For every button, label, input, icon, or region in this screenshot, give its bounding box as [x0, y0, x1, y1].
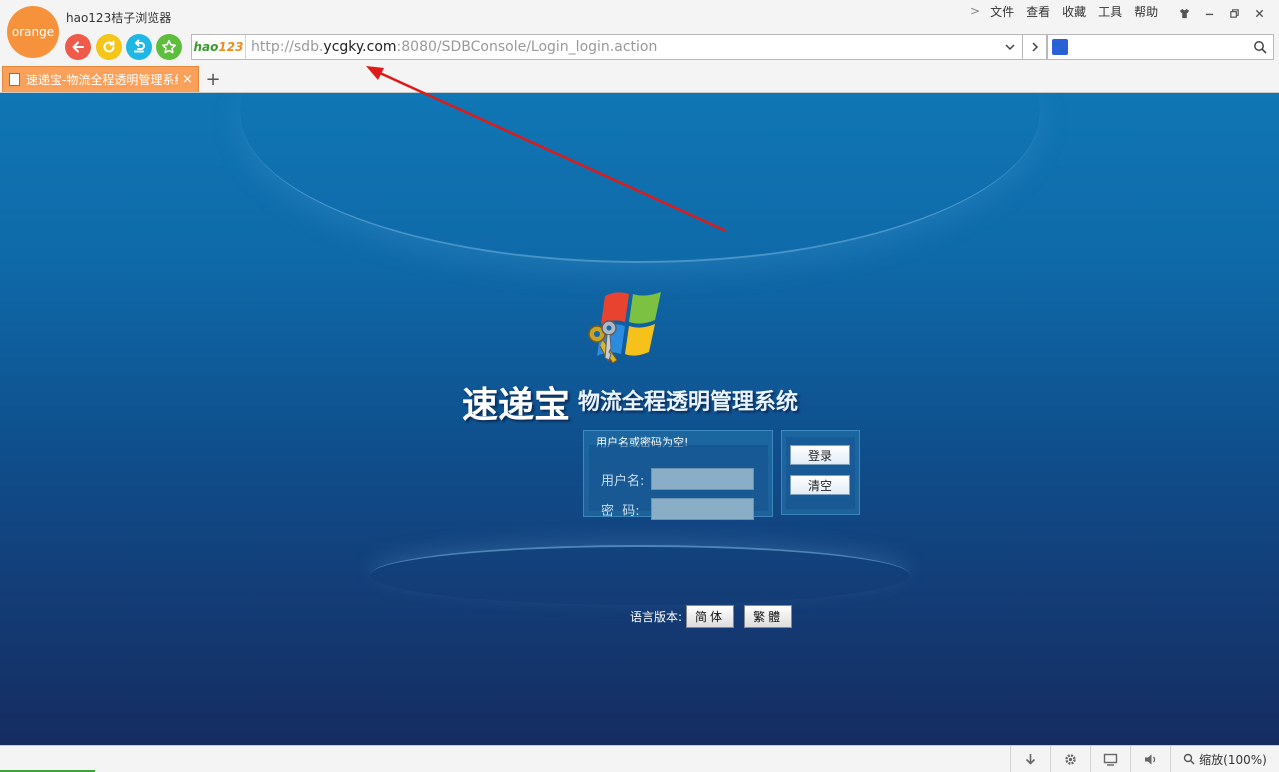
settings-button[interactable]	[1050, 746, 1090, 772]
screen-button[interactable]	[1090, 746, 1130, 772]
restore-window-button[interactable]	[1222, 5, 1247, 21]
badge-hao: hao	[193, 40, 219, 54]
brand-title: 速递宝 物流全程透明管理系统	[462, 376, 798, 428]
sound-button[interactable]	[1130, 746, 1170, 772]
back-button[interactable]	[65, 34, 91, 60]
username-input[interactable]	[651, 468, 754, 490]
login-form: 用户名或密码为空! 用户名: 密 码:	[583, 430, 773, 520]
simplified-chinese-button[interactable]: 简体	[686, 605, 735, 628]
password-label: 密 码:	[601, 504, 640, 519]
username-label: 用户名:	[601, 474, 645, 489]
minimize-icon	[1205, 13, 1214, 15]
go-button[interactable]	[1023, 34, 1047, 60]
search-icon[interactable]	[1253, 40, 1267, 54]
restore-window-icon	[1230, 8, 1239, 18]
zoom-label: 缩放(100%)	[1199, 752, 1267, 767]
baidu-paw-icon[interactable]: 🐾	[1052, 39, 1068, 55]
restore-button[interactable]	[126, 34, 152, 60]
page-icon	[9, 73, 20, 86]
magnifier-icon	[1183, 753, 1195, 765]
close-icon	[1255, 9, 1264, 17]
hao123-badge: hao 123	[192, 35, 246, 59]
menu-view[interactable]: 查看	[1026, 3, 1050, 20]
star-icon	[162, 40, 176, 54]
windows-keys-logo	[588, 292, 661, 364]
chevron-down-icon	[1004, 44, 1015, 51]
tab-close-icon[interactable]: ×	[182, 72, 193, 87]
chevron-right-icon[interactable]: >	[970, 4, 980, 18]
traditional-chinese-button[interactable]: 繁體	[744, 605, 793, 628]
refresh-button[interactable]	[96, 34, 122, 60]
badge-123: 123	[218, 40, 244, 54]
tab-bar: 速递宝-物流全程透明管理系统 × +	[0, 66, 1279, 93]
screen-icon	[1103, 753, 1118, 766]
browser-chrome: orange hao123桔子浏览器 hao 123 http://sdb.ycg…	[0, 0, 1279, 93]
url-domain: ycgky.com	[323, 39, 397, 55]
status-bar: 缩放(100%)	[0, 745, 1279, 772]
menu-help[interactable]: 帮助	[1134, 3, 1158, 20]
download-icon	[1025, 753, 1036, 765]
menu-tools[interactable]: 工具	[1098, 3, 1122, 20]
password-input[interactable]	[651, 498, 754, 520]
download-button[interactable]	[1010, 746, 1050, 772]
app-title: hao123桔子浏览器	[66, 11, 172, 25]
new-tab-button[interactable]: +	[205, 69, 221, 90]
language-label: 语言版本:	[630, 610, 683, 624]
zoom-control[interactable]: 缩放(100%)	[1170, 746, 1279, 772]
tab-label: 速递宝-物流全程透明管理系统	[26, 73, 178, 87]
login-fields-panel: 用户名: 密 码:	[589, 445, 768, 520]
gear-icon	[1065, 753, 1076, 765]
login-button[interactable]: 登录	[790, 445, 850, 465]
close-window-button[interactable]	[1247, 5, 1272, 21]
brand-name: 速递宝	[462, 384, 571, 426]
skin-button[interactable]	[1172, 5, 1197, 21]
url-text[interactable]: http://sdb.ycgky.com:8080/SDBConsole/Log…	[251, 39, 657, 55]
url-suffix: :8080/SDBConsole/Login_login.action	[396, 39, 658, 55]
language-selector: 语言版本: 简体 繁體	[630, 605, 802, 628]
menu-file[interactable]: 文件	[990, 3, 1014, 20]
menu-bar: > 文件 查看 收藏 工具 帮助	[970, 3, 1170, 19]
tab-login-page[interactable]: 速递宝-物流全程透明管理系统 ×	[2, 66, 199, 92]
minimize-button[interactable]	[1197, 5, 1222, 21]
brand-subtitle: 物流全程透明管理系统	[578, 389, 799, 415]
favorite-button[interactable]	[156, 34, 182, 60]
shirt-icon	[1179, 8, 1190, 18]
login-actions: 登录 清空	[781, 430, 860, 515]
bottom-light-swoosh	[370, 545, 910, 605]
browser-logo[interactable]: orange	[7, 6, 59, 58]
arrow-left-icon	[72, 41, 84, 53]
window-controls	[1172, 5, 1272, 21]
chevron-right-icon	[1031, 42, 1038, 52]
url-prefix: http://sdb.	[251, 39, 324, 55]
address-bar[interactable]: hao 123 http://sdb.ycgky.com:8080/SDBCons…	[191, 34, 999, 60]
clear-button[interactable]: 清空	[790, 475, 850, 495]
refresh-icon	[103, 40, 115, 53]
undo-icon	[134, 39, 145, 53]
address-dropdown-button[interactable]	[997, 34, 1023, 60]
top-light-swoosh	[240, 93, 1040, 263]
search-input[interactable]: 🐾	[1047, 34, 1274, 60]
speaker-icon	[1145, 754, 1156, 764]
menu-favorites[interactable]: 收藏	[1062, 3, 1086, 20]
login-page: 速递宝 物流全程透明管理系统 用户名或密码为空! 用户名: 密 码: 登录 清空 …	[0, 93, 1279, 745]
